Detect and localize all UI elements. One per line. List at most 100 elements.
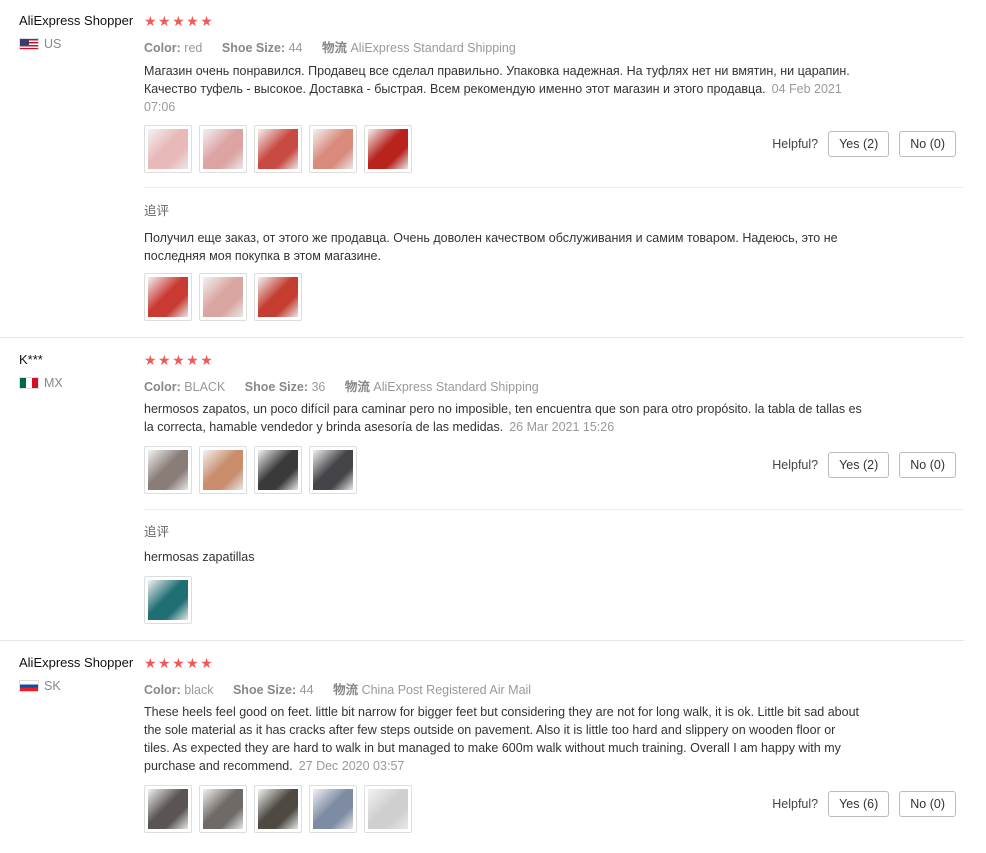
review-date: 26 Mar 2021 15:26	[509, 420, 615, 434]
photo-image	[148, 129, 188, 169]
review-text: Магазин очень понравился. Продавец все с…	[144, 62, 864, 116]
additional-review-text: hermosas zapatillas	[144, 550, 255, 564]
us-flag-icon	[19, 38, 39, 50]
photo-image	[203, 277, 243, 317]
reviewer-name: K***	[19, 352, 43, 367]
shipping-value: AliExpress Standard Shipping	[373, 380, 539, 394]
review-photo-thumbnail[interactable]	[309, 446, 357, 494]
helpful-no-button[interactable]: No (0)	[899, 131, 956, 157]
review-photo-thumbnail[interactable]	[254, 446, 302, 494]
review-body: Магазин очень понравился. Продавец все с…	[144, 64, 850, 96]
star-rating: ★★★★★	[144, 13, 215, 29]
sk-flag-icon	[19, 680, 39, 692]
size-label: Shoe Size:	[232, 683, 297, 697]
country-code: SK	[44, 679, 61, 693]
review-photo-thumbnail[interactable]	[364, 785, 412, 833]
helpful-no-button[interactable]: No (0)	[899, 452, 956, 478]
color-label: Color:	[144, 41, 181, 55]
photo-image	[368, 129, 408, 169]
photo-image	[148, 580, 188, 620]
additional-review-text: Получил еще заказ, от этого же продавца.…	[144, 231, 838, 263]
review-text: These heels feel good on feet. little bi…	[144, 703, 864, 775]
review-meta: Color: BLACK Shoe Size: 36 物流 AliExpress…	[144, 376, 555, 395]
size-label: Shoe Size:	[221, 41, 286, 55]
helpful-no-button[interactable]: No (0)	[899, 791, 956, 817]
review-meta: Color: black Shoe Size: 44 物流 China Post…	[144, 679, 547, 698]
review-photo-thumbnail[interactable]	[199, 446, 247, 494]
review-photos	[144, 125, 412, 173]
color-label: Color:	[144, 380, 181, 394]
helpful-yes-button[interactable]: Yes (6)	[828, 791, 890, 817]
review-photo-thumbnail[interactable]	[144, 125, 192, 173]
review-photo-thumbnail[interactable]	[309, 785, 357, 833]
star-rating: ★★★★★	[144, 352, 215, 368]
review-separator	[0, 337, 964, 338]
shipping-label: 物流	[344, 380, 370, 394]
photo-image	[313, 129, 353, 169]
photo-image	[203, 789, 243, 829]
shipping-label: 物流	[333, 683, 359, 697]
helpful-label: Helpful?	[772, 137, 819, 151]
photo-image	[258, 129, 298, 169]
review-photo-thumbnail[interactable]	[254, 785, 302, 833]
review-photo-thumbnail[interactable]	[309, 125, 357, 173]
divider	[144, 187, 964, 188]
review-photo-thumbnail[interactable]	[254, 273, 302, 321]
photo-image	[258, 450, 298, 490]
review-photo-thumbnail[interactable]	[199, 273, 247, 321]
size-value: 44	[288, 41, 303, 55]
photo-image	[313, 450, 353, 490]
additional-review-title: 追评	[144, 204, 170, 218]
shipping-value: China Post Registered Air Mail	[361, 683, 532, 697]
review-photo-thumbnail[interactable]	[254, 125, 302, 173]
country-code: MX	[44, 376, 63, 390]
divider	[144, 509, 964, 510]
helpful-yes-button[interactable]: Yes (2)	[828, 452, 890, 478]
color-value: black	[184, 683, 214, 697]
review-photos	[144, 446, 357, 494]
helpful-vote: Helpful? Yes (2) No (0)	[772, 452, 956, 478]
reviewer-country: SK	[19, 679, 61, 693]
reviewer-name: AliExpress Shopper	[19, 655, 134, 670]
shipping-label: 物流	[321, 41, 347, 55]
review-date: 27 Dec 2020 03:57	[298, 759, 405, 773]
photo-image	[258, 277, 298, 317]
review-body: hermosos zapatos, un poco difícil para c…	[144, 402, 862, 434]
color-value: BLACK	[184, 380, 226, 394]
color-label: Color:	[144, 683, 181, 697]
reviewer-country: MX	[19, 376, 63, 390]
review-photo-thumbnail[interactable]	[144, 446, 192, 494]
helpful-label: Helpful?	[772, 458, 819, 472]
photo-image	[203, 129, 243, 169]
review-photo-thumbnail[interactable]	[199, 125, 247, 173]
size-label: Shoe Size:	[244, 380, 308, 394]
size-value: 36	[311, 380, 326, 394]
additional-review-title: 追评	[144, 525, 170, 539]
review-photo-thumbnail[interactable]	[364, 125, 412, 173]
review-photo-thumbnail[interactable]	[144, 273, 192, 321]
reviewer-name: AliExpress Shopper	[19, 13, 134, 28]
mx-flag-icon	[19, 377, 39, 389]
photo-image	[313, 789, 353, 829]
photo-image	[148, 789, 188, 829]
review-photo-thumbnail[interactable]	[144, 785, 192, 833]
shipping-value: AliExpress Standard Shipping	[350, 41, 516, 55]
review-body: These heels feel good on feet. little bi…	[144, 705, 859, 773]
helpful-yes-button[interactable]: Yes (2)	[828, 131, 890, 157]
photo-image	[203, 450, 243, 490]
photo-image	[148, 450, 188, 490]
photo-image	[368, 789, 408, 829]
review-text: hermosos zapatos, un poco difícil para c…	[144, 400, 864, 436]
additional-review-photos	[144, 273, 302, 321]
reviewer-country: US	[19, 37, 61, 51]
helpful-vote: Helpful? Yes (2) No (0)	[772, 131, 956, 157]
size-value: 44	[299, 683, 314, 697]
review-meta: Color: red Shoe Size: 44 物流 AliExpress S…	[144, 37, 532, 56]
photo-image	[148, 277, 188, 317]
review-separator	[0, 640, 964, 641]
color-value: red	[184, 41, 203, 55]
review-photos	[144, 785, 412, 833]
review-photo-thumbnail[interactable]	[199, 785, 247, 833]
review-photo-thumbnail[interactable]	[144, 576, 192, 624]
photo-image	[258, 789, 298, 829]
